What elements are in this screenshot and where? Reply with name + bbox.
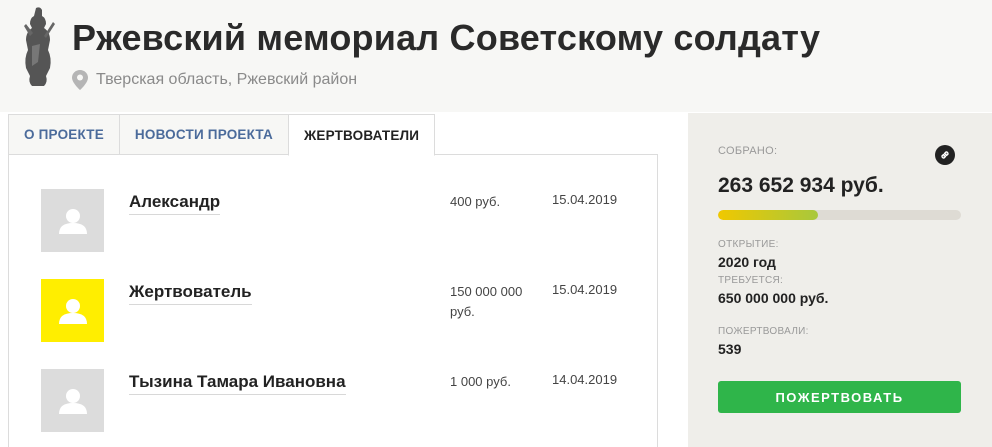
donated-label: ПОЖЕРТВОВАЛИ: <box>718 326 809 337</box>
required-label: ТРЕБУЕТСЯ: <box>718 275 784 286</box>
opening-value: 2020 год <box>718 254 776 270</box>
donated-count: 539 <box>718 341 742 357</box>
project-location: Тверская область, Ржевский район <box>72 69 357 91</box>
opening-label: ОТКРЫТИЕ: <box>718 239 779 250</box>
funding-progress-fill <box>718 210 818 220</box>
donor-name[interactable]: Тызина Тамара Ивановна <box>129 372 346 395</box>
donor-row: Александр 400 руб. 15.04.2019 <box>9 189 659 259</box>
collected-amount: 263 652 934 руб. <box>718 174 884 197</box>
link-icon[interactable] <box>935 145 955 165</box>
map-pin-icon <box>72 70 88 90</box>
tab-donors[interactable]: ЖЕРТВОВАТЕЛИ <box>287 114 436 156</box>
donor-date: 15.04.2019 <box>552 282 618 297</box>
donate-button[interactable]: ПОЖЕРТВОВАТЬ <box>718 381 961 413</box>
tab-news[interactable]: НОВОСТИ ПРОЕКТА <box>118 114 288 155</box>
fundraising-sidebar: СОБРАНО: 263 652 934 руб. ОТКРЫТИЕ: 2020… <box>688 113 992 447</box>
avatar <box>41 279 104 342</box>
user-placeholder-icon <box>58 208 87 234</box>
collected-label: СОБРАНО: <box>718 145 778 157</box>
avatar <box>41 189 104 252</box>
soldier-monument-icon <box>24 7 55 86</box>
project-tabs: О ПРОЕКТЕ НОВОСТИ ПРОЕКТА ЖЕРТВОВАТЕЛИ <box>8 114 436 156</box>
user-placeholder-icon <box>58 388 87 414</box>
donor-date: 14.04.2019 <box>552 372 618 387</box>
tab-about[interactable]: О ПРОЕКТЕ <box>8 114 119 155</box>
chain-link-icon <box>941 151 949 159</box>
funding-progress-bar <box>718 210 961 220</box>
donor-name[interactable]: Жертвователь <box>129 282 252 305</box>
location-text: Тверская область, Ржевский район <box>96 71 358 88</box>
donor-row: Тызина Тамара Ивановна 1 000 руб. 14.04.… <box>9 369 659 439</box>
page-title: Ржевский мемориал Советскому солдату <box>72 17 821 58</box>
donor-row: Жертвователь 150 000 000 руб. 15.04.2019 <box>9 279 659 349</box>
required-value: 650 000 000 руб. <box>718 290 829 306</box>
donor-date: 15.04.2019 <box>552 192 618 207</box>
donor-amount: 1 000 руб. <box>450 374 511 389</box>
donor-name[interactable]: Александр <box>129 192 221 215</box>
donors-list: Александр 400 руб. 15.04.2019 Жертвовате… <box>8 154 658 447</box>
donor-amount: 400 руб. <box>450 194 501 209</box>
donor-amount: 150 000 000 руб. <box>450 284 523 319</box>
user-placeholder-icon <box>58 298 87 324</box>
project-header: Ржевский мемориал Советскому солдату Тве… <box>0 0 992 112</box>
avatar <box>41 369 104 432</box>
